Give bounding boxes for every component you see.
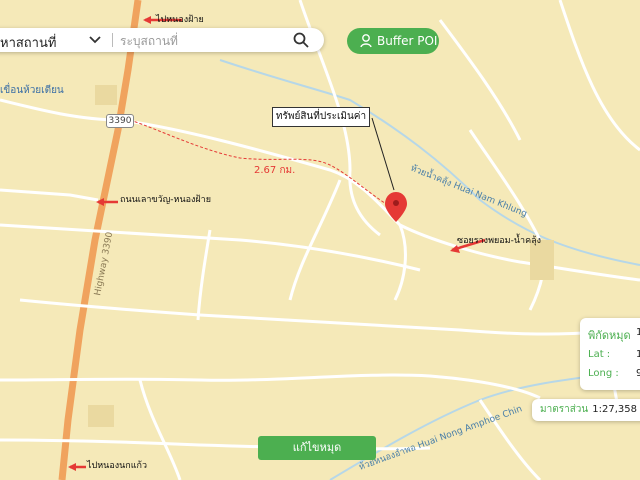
coord-title: พิกัดหมุด — [588, 329, 631, 342]
village-block — [95, 85, 117, 105]
coordinate-panel: พิกัดหมุด 1 Lat : 1 Long : 9 — [580, 318, 640, 390]
scale-panel: มาตราส่วน 1:27,358 — [532, 399, 640, 421]
scale-label: มาตราส่วน — [540, 404, 589, 415]
chevron-down-icon[interactable] — [88, 33, 102, 47]
road-label-bottom: ไปหนองนกแก้ว — [87, 461, 148, 471]
edit-pin-button[interactable]: แก้ไขหมุด — [258, 436, 376, 460]
place-type-select[interactable]: หาสถานที่ — [0, 32, 56, 53]
search-input[interactable] — [118, 31, 272, 51]
highway-shield: 3390 — [106, 114, 134, 128]
scale-value: 1:27,358 — [592, 404, 637, 415]
village-block — [88, 405, 114, 427]
long-label: Long : — [588, 368, 619, 379]
map-label-dam: เขื่อนห้วยเตียน — [0, 82, 64, 96]
search-bar: หาสถานที่ — [0, 28, 324, 52]
coord-title-value: 1 — [636, 327, 640, 338]
distance-label: 2.67 กม. — [254, 165, 296, 176]
long-value: 9 — [636, 368, 640, 379]
road-label-top: ไปหนองฝ้าย — [156, 15, 204, 25]
buffer-poi-button[interactable]: Buffer POI — [347, 28, 439, 54]
divider — [112, 33, 113, 47]
road-label-left-mid: ถนนเลาขวัญ-หนองฝ้าย — [120, 195, 212, 205]
lat-label: Lat : — [588, 349, 611, 360]
lat-value: 1 — [636, 349, 640, 360]
property-callout: ทรัพย์สินที่ประเมินค่า — [272, 107, 370, 127]
person-pin-icon — [360, 34, 372, 48]
buffer-poi-label: Buffer POI — [377, 34, 438, 48]
search-icon[interactable] — [292, 31, 310, 49]
road-label-right-mid: ซอยรางพยอม-น้ำคลุ้ง — [457, 236, 541, 246]
